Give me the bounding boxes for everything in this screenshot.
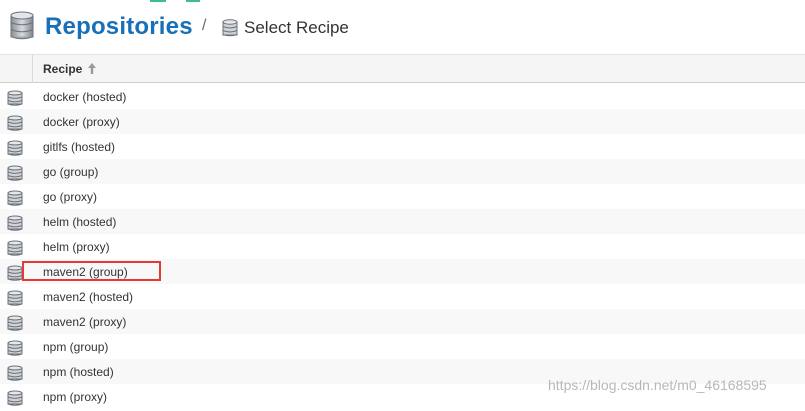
icon-column-header <box>0 55 33 83</box>
recipe-label[interactable]: npm (proxy) <box>43 390 107 404</box>
recipe-label[interactable]: maven2 (proxy) <box>43 315 126 329</box>
recipe-label[interactable]: docker (proxy) <box>43 115 120 129</box>
database-icon <box>222 19 238 37</box>
top-accent-bar <box>186 0 200 2</box>
recipe-label[interactable]: helm (hosted) <box>43 215 116 229</box>
table-row[interactable]: maven2 (group) <box>0 259 805 284</box>
page-header: Repositories / Select Recipe <box>0 0 805 54</box>
recipe-label[interactable]: docker (hosted) <box>43 90 126 104</box>
database-icon <box>7 215 23 236</box>
database-icon <box>7 140 23 161</box>
table-row[interactable]: go (proxy) <box>0 184 805 209</box>
table-row[interactable]: docker (hosted) <box>0 84 805 109</box>
database-icon <box>7 90 23 111</box>
recipe-label[interactable]: gitlfs (hosted) <box>43 140 115 154</box>
table-row[interactable]: maven2 (proxy) <box>0 309 805 334</box>
breadcrumb-current: Select Recipe <box>244 18 349 37</box>
recipe-label[interactable]: maven2 (hosted) <box>43 290 133 304</box>
database-icon <box>7 315 23 336</box>
table-header: Recipe <box>0 54 805 83</box>
database-icon <box>7 365 23 386</box>
highlight-box <box>22 261 161 281</box>
database-icon <box>7 240 23 261</box>
database-icon <box>7 165 23 186</box>
database-icon <box>7 290 23 311</box>
table-row[interactable]: helm (hosted) <box>0 209 805 234</box>
top-accent-bar <box>150 0 166 2</box>
database-icon <box>7 390 23 411</box>
table-row[interactable]: npm (group) <box>0 334 805 359</box>
watermark: https://blog.csdn.net/m0_46168595 <box>548 377 767 393</box>
table-row[interactable]: helm (proxy) <box>0 234 805 259</box>
database-icon <box>7 190 23 211</box>
database-icon <box>7 265 23 286</box>
recipe-list: docker (hosted) docker (proxy) gitlfs (h… <box>0 84 805 409</box>
table-row[interactable]: docker (proxy) <box>0 109 805 134</box>
database-icon <box>10 11 34 40</box>
breadcrumb-separator: / <box>202 17 207 34</box>
recipe-label[interactable]: npm (hosted) <box>43 365 114 379</box>
arrow-up-icon[interactable] <box>87 62 97 75</box>
recipe-label[interactable]: npm (group) <box>43 340 108 354</box>
page-title: Repositories <box>45 13 193 40</box>
table-row[interactable]: go (group) <box>0 159 805 184</box>
recipe-label[interactable]: go (group) <box>43 165 98 179</box>
table-row[interactable]: gitlfs (hosted) <box>0 134 805 159</box>
database-icon <box>7 115 23 136</box>
recipe-column-header[interactable]: Recipe <box>43 62 82 76</box>
table-row[interactable]: maven2 (hosted) <box>0 284 805 309</box>
database-icon <box>7 340 23 361</box>
recipe-label[interactable]: go (proxy) <box>43 190 97 204</box>
recipe-label[interactable]: helm (proxy) <box>43 240 110 254</box>
